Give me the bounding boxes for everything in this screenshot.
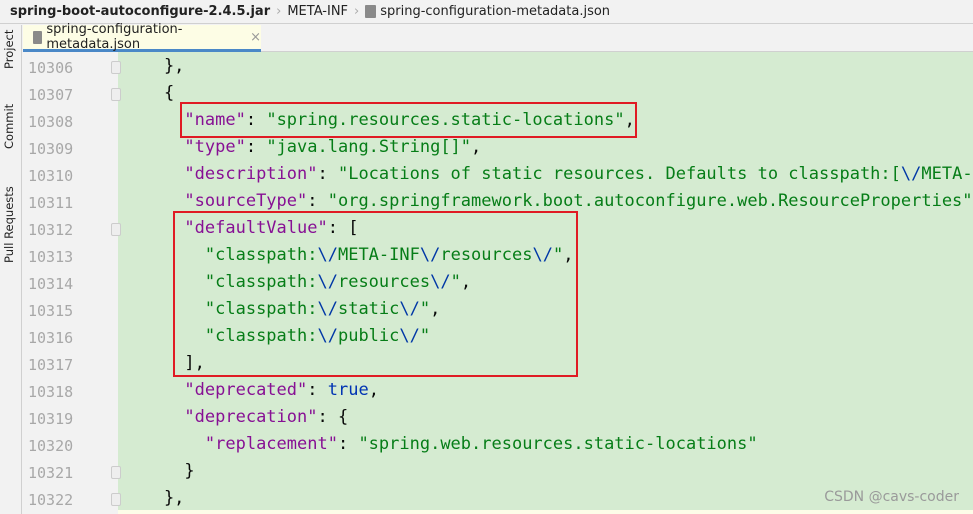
code-token: { bbox=[123, 83, 175, 103]
fold-marker-icon[interactable] bbox=[111, 493, 121, 506]
line-number: 10320 bbox=[28, 437, 74, 455]
line-number: 10308 bbox=[28, 113, 74, 131]
code-token: "type" bbox=[184, 137, 246, 157]
code-token: "Locations of static resources. Defaults… bbox=[337, 164, 901, 184]
highlight-box-name bbox=[180, 102, 637, 138]
code-token: "description" bbox=[184, 164, 318, 184]
code-token: : { bbox=[317, 407, 349, 427]
chevron-right-icon: › bbox=[276, 4, 282, 19]
code-token: : bbox=[307, 380, 328, 400]
line-number: 10311 bbox=[28, 194, 74, 212]
line-number: 10317 bbox=[28, 356, 74, 374]
code-token: }, bbox=[123, 56, 185, 76]
code-token: \/ bbox=[900, 164, 922, 184]
tab-spring-configuration-metadata[interactable]: spring-configuration-metadata.json × bbox=[23, 22, 261, 52]
code-token: : bbox=[337, 434, 359, 454]
code-token: : bbox=[307, 191, 328, 211]
tab-label: spring-configuration-metadata.json bbox=[46, 22, 183, 52]
code-line: "sourceType": "org.springframework.boot.… bbox=[123, 191, 973, 211]
breadcrumb-jar[interactable]: spring-boot-autoconfigure-2.4.5.jar bbox=[10, 4, 270, 19]
breadcrumb-file[interactable]: spring-configuration-metadata.json bbox=[380, 4, 610, 19]
code-line: "description": "Locations of static reso… bbox=[123, 164, 973, 184]
line-number: 10321 bbox=[28, 464, 74, 482]
code-line: "deprecated": true, bbox=[123, 380, 379, 400]
code-token: }, bbox=[123, 488, 185, 508]
tool-window-sidebar: Project Commit Pull Requests bbox=[0, 25, 22, 514]
code-line: "deprecation": { bbox=[123, 407, 348, 427]
code-token: } bbox=[123, 461, 195, 481]
code-token: : bbox=[245, 137, 267, 157]
code-line: "type": "java.lang.String[]", bbox=[123, 137, 481, 157]
code-token: "deprecated" bbox=[184, 380, 308, 400]
line-number: 10316 bbox=[28, 329, 74, 347]
line-number: 10313 bbox=[28, 248, 74, 266]
code-token: META-INF bbox=[921, 164, 973, 184]
watermark: CSDN @cavs-coder bbox=[824, 489, 959, 505]
line-number: 10312 bbox=[28, 221, 74, 239]
code-line: { bbox=[123, 83, 174, 103]
code-token: "spring.web.resources.static-locations" bbox=[358, 434, 758, 454]
line-number: 10319 bbox=[28, 410, 74, 428]
line-number: 10322 bbox=[28, 491, 74, 509]
close-icon[interactable]: × bbox=[250, 30, 261, 45]
fold-marker-icon[interactable] bbox=[111, 223, 121, 236]
line-number: 10310 bbox=[28, 167, 74, 185]
code-line: }, bbox=[123, 488, 184, 508]
code-token: , bbox=[471, 137, 482, 157]
editor-tab-bar: spring-configuration-metadata.json × bbox=[23, 22, 973, 52]
code-token: "java.lang.String[]" bbox=[266, 137, 472, 157]
code-token: "org.springframework.boot.autoconfigure.… bbox=[327, 191, 973, 211]
fold-marker-icon[interactable] bbox=[111, 466, 121, 479]
editor-current-line bbox=[118, 510, 973, 514]
json-file-icon bbox=[365, 5, 377, 18]
fold-marker-icon[interactable] bbox=[111, 88, 121, 101]
code-token: true bbox=[327, 380, 369, 400]
code-token: : bbox=[317, 164, 338, 184]
line-number: 10309 bbox=[28, 140, 74, 158]
code-line: "replacement": "spring.web.resources.sta… bbox=[123, 434, 758, 454]
code-token: "replacement" bbox=[204, 434, 338, 454]
fold-marker-icon[interactable] bbox=[111, 61, 121, 74]
line-number: 10318 bbox=[28, 383, 74, 401]
code-line: } bbox=[123, 461, 195, 481]
code-line: }, bbox=[123, 56, 184, 76]
json-file-icon bbox=[33, 30, 43, 44]
code-token: "sourceType" bbox=[184, 191, 308, 211]
chevron-right-icon: › bbox=[354, 4, 360, 19]
breadcrumb-folder[interactable]: META-INF bbox=[287, 4, 348, 19]
sidebar-tab-project[interactable]: Project bbox=[2, 30, 16, 69]
highlight-box-default-value bbox=[173, 211, 578, 377]
line-number: 10306 bbox=[28, 59, 74, 77]
sidebar-tab-pull-requests[interactable]: Pull Requests bbox=[2, 186, 16, 263]
line-number: 10307 bbox=[28, 86, 74, 104]
code-token: , bbox=[368, 380, 379, 400]
sidebar-tab-commit[interactable]: Commit bbox=[2, 104, 16, 149]
line-number: 10314 bbox=[28, 275, 74, 293]
breadcrumb: spring-boot-autoconfigure-2.4.5.jar › ME… bbox=[0, 0, 973, 24]
line-number: 10315 bbox=[28, 302, 74, 320]
code-token: "deprecation" bbox=[184, 407, 318, 427]
